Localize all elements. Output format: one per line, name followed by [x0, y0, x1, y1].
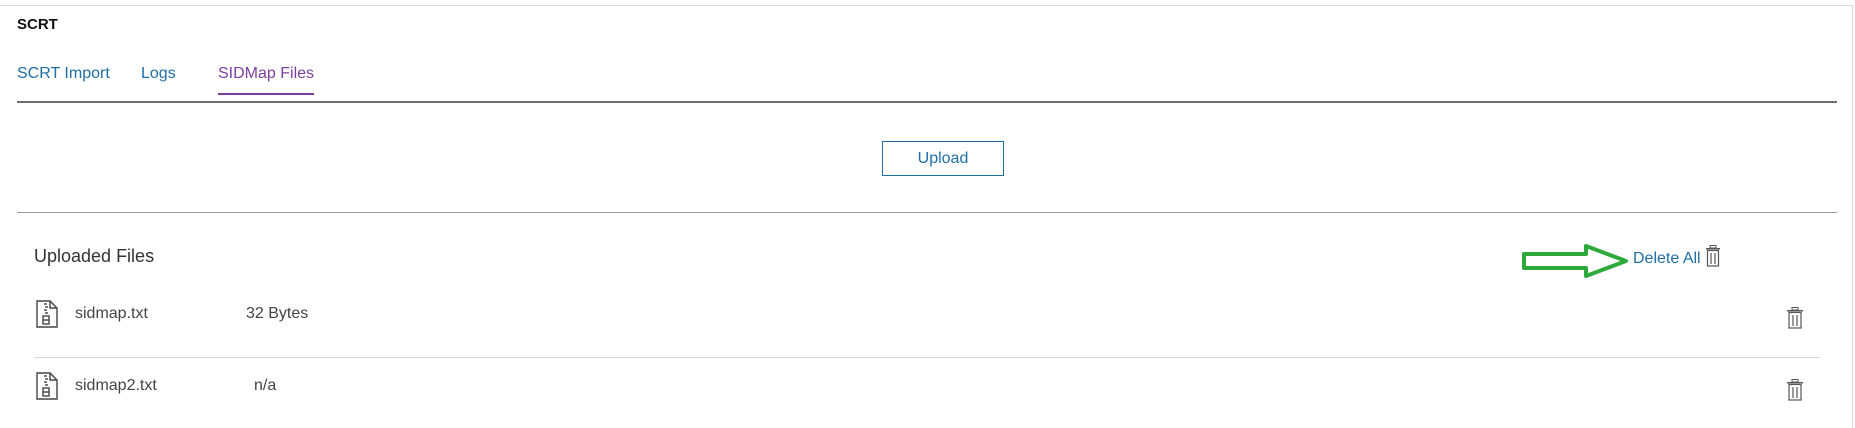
file-row: sidmap.txt 32 Bytes [34, 286, 1820, 358]
file-zip-icon [36, 300, 58, 333]
uploaded-files-heading: Uploaded Files [34, 246, 155, 266]
file-size: n/a [254, 377, 277, 394]
upload-button[interactable]: Upload [882, 141, 1004, 176]
section-divider [17, 212, 1837, 213]
tab-logs[interactable]: Logs [141, 65, 176, 93]
file-name: sidmap.txt [75, 305, 148, 322]
file-zip-icon [36, 372, 58, 405]
tab-bar: SCRT Import Logs SIDMap Files [17, 65, 1837, 103]
file-row: sidmap2.txt n/a [34, 358, 1820, 428]
trash-icon[interactable] [1786, 307, 1804, 334]
file-name: sidmap2.txt [75, 377, 157, 394]
arrow-right-icon [1522, 244, 1628, 278]
tab-scrt-import[interactable]: SCRT Import [17, 65, 110, 93]
delete-all-button[interactable]: Delete All [1633, 250, 1701, 268]
trash-icon[interactable] [1786, 379, 1804, 406]
tab-sidmap-files[interactable]: SIDMap Files [218, 65, 315, 95]
app-title: SCRT [17, 16, 58, 33]
file-size: 32 Bytes [246, 305, 309, 322]
trash-icon[interactable] [1705, 245, 1721, 272]
